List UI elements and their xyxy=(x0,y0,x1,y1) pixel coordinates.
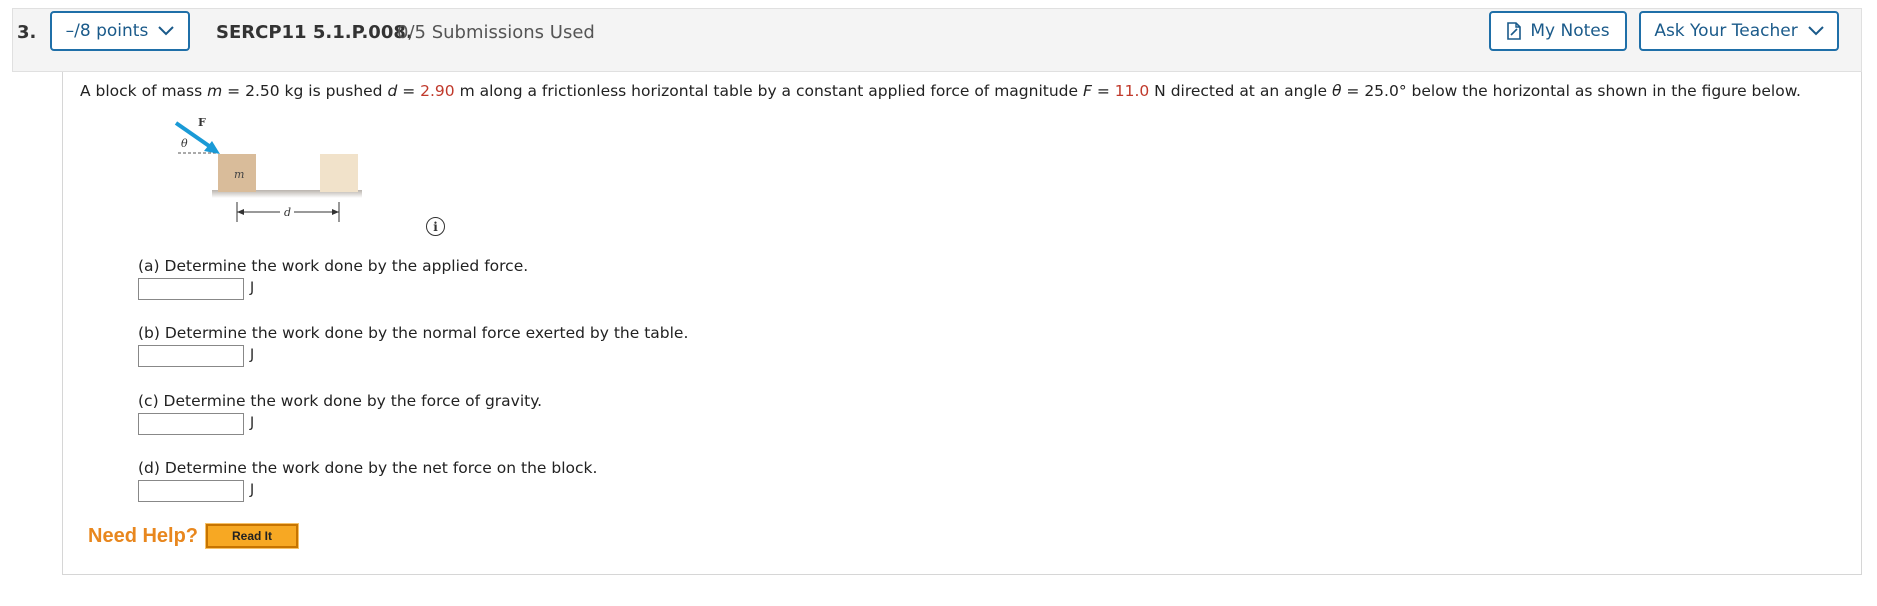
problem-text: = xyxy=(397,82,421,100)
part-c-unit: J xyxy=(250,415,255,431)
points-dropdown[interactable]: –/8 points xyxy=(50,11,190,51)
problem-text: m along a frictionless horizontal table … xyxy=(454,82,1083,100)
ask-your-teacher-button[interactable]: Ask Your Teacher xyxy=(1639,11,1839,51)
force-label: F xyxy=(198,116,206,129)
ask-teacher-label: Ask Your Teacher xyxy=(1654,21,1798,41)
question-number: 3. xyxy=(17,22,37,43)
note-icon xyxy=(1507,22,1522,40)
submissions-count: 0/5 Submissions Used xyxy=(397,22,595,43)
part-b-unit: J xyxy=(250,347,255,363)
problem-statement: A block of mass m = 2.50 kg is pushed d … xyxy=(80,82,1801,100)
problem-figure: m F θ d xyxy=(174,116,362,222)
distance-value: 2.90 xyxy=(420,82,455,100)
question-id: SERCP11 5.1.P.008. xyxy=(216,22,413,43)
mass-label: m xyxy=(234,168,244,181)
my-notes-label: My Notes xyxy=(1530,21,1610,41)
chevron-down-icon xyxy=(158,26,175,36)
chevron-down-icon xyxy=(1807,26,1824,36)
distance-label: d xyxy=(284,206,291,219)
force-value: 11.0 xyxy=(1114,82,1150,100)
part-b-label: (b) Determine the work done by the norma… xyxy=(138,324,689,342)
problem-text: A block of mass xyxy=(80,82,208,100)
my-notes-button[interactable]: My Notes xyxy=(1489,11,1627,51)
block-final xyxy=(320,154,358,192)
distance-arrowhead-right xyxy=(332,209,339,215)
problem-text: = 2.50 kg is pushed xyxy=(222,82,388,100)
part-b-answer-input[interactable] xyxy=(138,345,244,367)
part-d-label: (d) Determine the work done by the net f… xyxy=(138,459,598,477)
distance-arrowhead-left xyxy=(237,209,244,215)
part-c-answer-input[interactable] xyxy=(138,413,244,435)
part-a-unit: J xyxy=(250,280,255,296)
part-d-answer-input[interactable] xyxy=(138,480,244,502)
problem-text: N directed at an angle xyxy=(1149,82,1332,100)
part-d-unit: J xyxy=(250,482,255,498)
problem-text: = xyxy=(1091,82,1115,100)
distance-variable: d xyxy=(387,82,398,100)
problem-text: = 25.0° below the horizontal as shown in… xyxy=(1341,82,1801,100)
info-icon[interactable]: i xyxy=(426,217,445,236)
need-help-label: Need Help? xyxy=(88,525,199,547)
part-c-label: (c) Determine the work done by the force… xyxy=(138,392,543,410)
part-a-label: (a) Determine the work done by the appli… xyxy=(138,257,529,275)
points-label: –/8 points xyxy=(65,21,149,41)
force-variable: F xyxy=(1082,82,1092,100)
angle-label: θ xyxy=(181,137,188,150)
part-a-answer-input[interactable] xyxy=(138,278,244,300)
mass-variable: m xyxy=(207,82,223,100)
read-it-button[interactable]: Read It xyxy=(205,523,299,549)
